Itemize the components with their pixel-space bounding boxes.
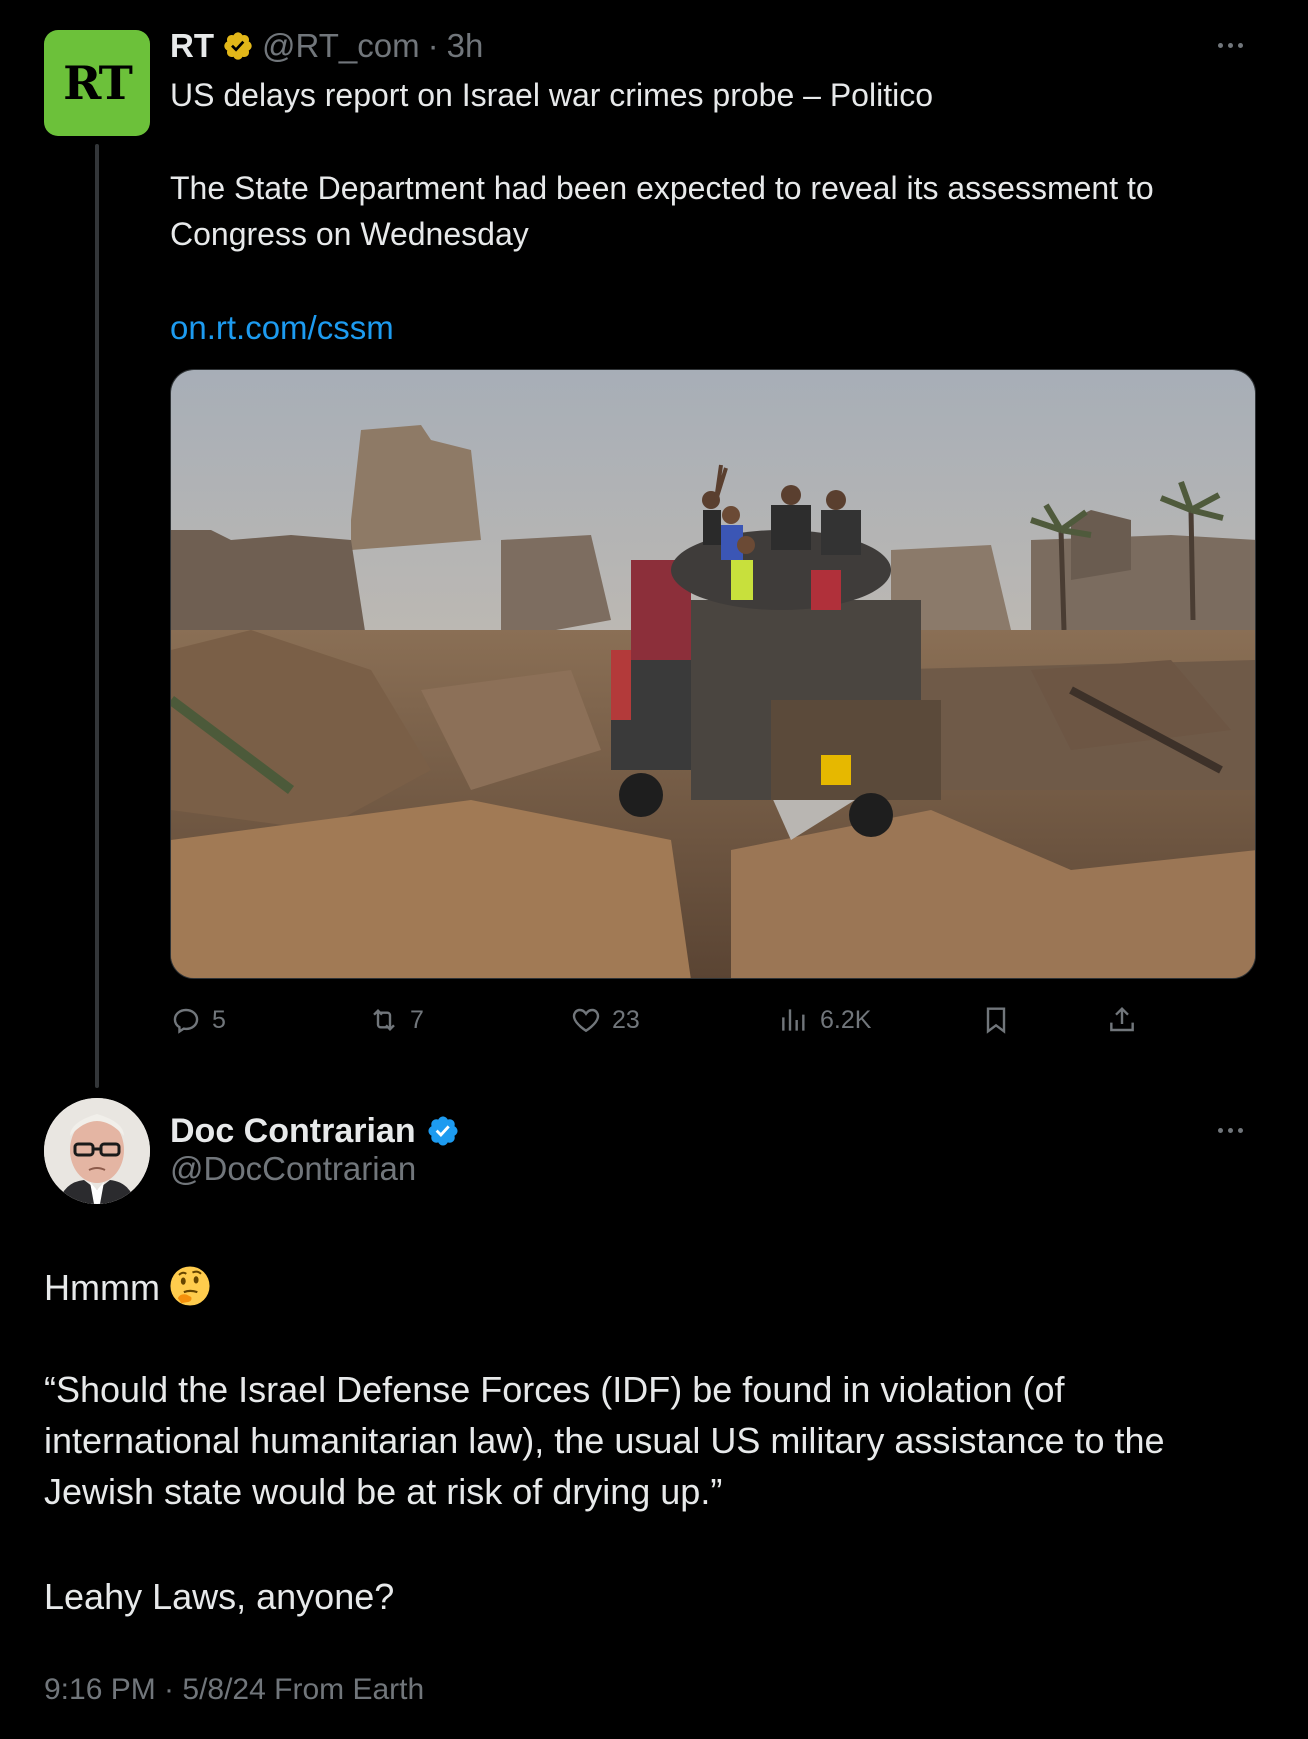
like-count: 23	[612, 1005, 640, 1034]
doc-contrarian-avatar[interactable]	[44, 1098, 150, 1204]
main-tweet-quote-line3: Jewish state would be at risk of drying …	[44, 1471, 723, 1512]
main-more-options-icon[interactable]	[1218, 1125, 1254, 1135]
parent-more-options-icon[interactable]	[1218, 40, 1254, 50]
like-button[interactable]: 23	[570, 995, 640, 1045]
parent-tweet-headline: US delays report on Israel war crimes pr…	[170, 77, 933, 113]
main-author-handle[interactable]: @DocContrarian	[170, 1150, 416, 1188]
bookmark-button[interactable]	[980, 995, 1012, 1045]
share-icon	[1110, 1006, 1134, 1032]
photo-destroyed-buildings-truck	[171, 370, 1255, 978]
parent-author-handle[interactable]: @RT_com	[262, 27, 420, 65]
reply-icon	[173, 1008, 199, 1034]
views-button[interactable]: 6.2K	[778, 995, 871, 1045]
thinking-face-emoji	[170, 1266, 210, 1306]
repost-button[interactable]: 7	[368, 995, 424, 1045]
main-tweet-line-hmmm: Hmmm	[44, 1262, 1274, 1313]
reply-button[interactable]: 5	[170, 995, 226, 1045]
parent-tweet-header: RT @RT_com · 3h	[170, 24, 483, 68]
main-author-name[interactable]: Doc Contrarian	[170, 1112, 416, 1151]
parent-tweet-time[interactable]: 3h	[447, 27, 484, 65]
views-count: 6.2K	[820, 1005, 872, 1034]
main-tweet-header: Doc Contrarian	[170, 1108, 460, 1154]
heart-icon	[572, 1008, 600, 1033]
avatar-portrait-image	[44, 1098, 150, 1204]
gold-verified-badge-icon[interactable]	[222, 30, 254, 62]
bookmark-icon	[986, 1007, 1006, 1034]
parent-action-bar: 5 7 23 6.2K	[170, 995, 1150, 1045]
share-button[interactable]	[1106, 995, 1138, 1045]
main-tweet-closing-line: Leahy Laws, anyone?	[44, 1576, 395, 1617]
parent-tweet-body-line2: Congress on Wednesday	[170, 216, 529, 252]
rt-avatar[interactable]: RT	[44, 30, 150, 136]
main-tweet-quote-line1: “Should the Israel Defense Forces (IDF) …	[44, 1369, 1065, 1410]
separator-dot: ·	[427, 27, 439, 64]
reply-count: 5	[212, 1005, 226, 1034]
parent-tweet-media-image[interactable]	[170, 369, 1256, 979]
thread-connector-line	[95, 144, 99, 1088]
repost-count: 7	[410, 1005, 424, 1034]
tweet-timestamp-meta[interactable]: 9:16 PM · 5/8/24 From Earth	[44, 1673, 424, 1707]
parent-author-name[interactable]: RT	[170, 27, 214, 65]
main-tweet-quote-line2: international humanitarian law), the usu…	[44, 1420, 1165, 1461]
repost-icon	[373, 1008, 395, 1032]
hmmm-text: Hmmm	[44, 1267, 160, 1308]
blue-verified-badge-icon[interactable]	[426, 1114, 460, 1148]
parent-tweet-link[interactable]: on.rt.com/cssm	[170, 305, 394, 351]
analytics-bars-icon	[782, 1009, 805, 1031]
rt-avatar-logo: RT	[63, 56, 133, 110]
parent-tweet-body-line1: The State Department had been expected t…	[170, 170, 1154, 206]
